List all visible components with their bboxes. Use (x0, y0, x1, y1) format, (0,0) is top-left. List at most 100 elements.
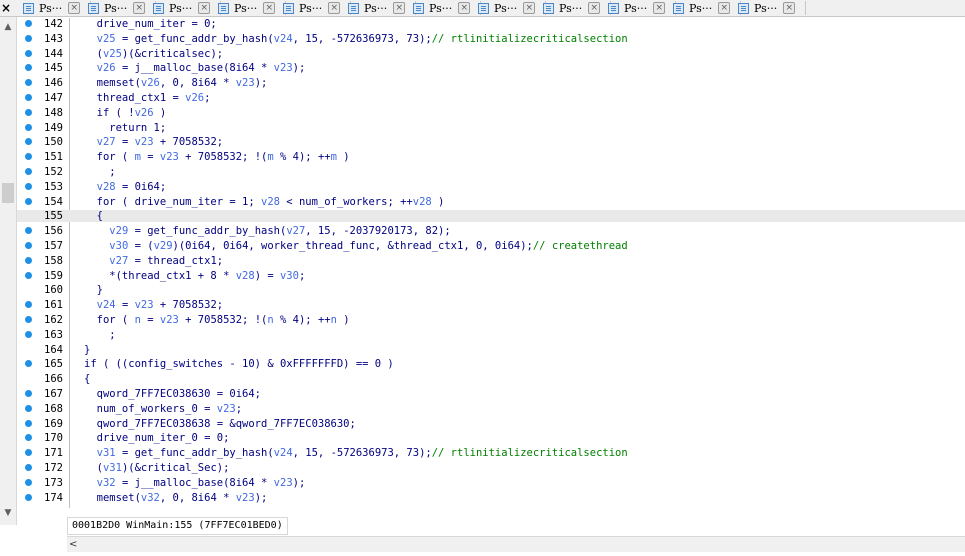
tab-close-icon[interactable]: × (523, 2, 536, 14)
tab-close-icon[interactable]: × (588, 2, 601, 14)
breakpoint-dot-icon[interactable] (25, 242, 32, 249)
breakpoint-dot-icon[interactable] (25, 316, 32, 323)
code-line[interactable]: 172 (v31)(&critical_Sec); (17, 462, 965, 474)
code-variable: v29 (153, 240, 173, 252)
code-token: % 4); ++ (273, 151, 331, 164)
breakpoint-dot-icon[interactable] (25, 330, 32, 338)
code-line[interactable]: 151 for ( m = v23 + 7058532; !(m % 4); +… (17, 151, 965, 163)
code-line[interactable]: 158 v27 = thread_ctx1; (17, 255, 965, 267)
breakpoint-dot-icon[interactable] (25, 34, 32, 42)
tab-pseudocode[interactable]: Ps··· × (472, 0, 547, 16)
code-line[interactable]: 142 drive_num_iter = 0; (17, 18, 965, 30)
tab-close-icon[interactable]: × (263, 2, 276, 14)
breakpoint-dot-icon[interactable] (25, 123, 32, 131)
scroll-left-arrow-icon[interactable]: < (69, 537, 81, 552)
breakpoint-dot-icon[interactable] (25, 108, 32, 116)
breakpoint-dot-icon[interactable] (25, 153, 32, 161)
code-line[interactable]: 153 v28 = 0i64; (17, 181, 965, 193)
code-line[interactable]: 159 *(thread_ctx1 + 8 * v28) = v30; (17, 270, 965, 282)
tab-pseudocode[interactable]: Ps··· × (82, 0, 157, 16)
scroll-down-arrow-icon[interactable]: ▼ (0, 505, 16, 521)
breakpoint-dot-icon[interactable] (25, 64, 32, 72)
tab-close-icon[interactable]: × (393, 2, 406, 14)
code-line[interactable]: 144 (v25)(&criticalsec); (17, 48, 965, 60)
tab-pseudocode[interactable]: Ps··· × (602, 0, 677, 16)
tab-pseudocode[interactable]: Ps··· × (17, 0, 92, 16)
tab-close-icon[interactable]: × (68, 2, 81, 14)
breakpoint-dot-icon[interactable] (25, 256, 32, 264)
code-line[interactable]: 160 } (17, 284, 965, 296)
code-line[interactable]: 152 ; (17, 166, 965, 178)
code-line[interactable]: 146 memset(v26, 0, 8i64 * v23); (17, 77, 965, 89)
code-line[interactable]: 168 num_of_workers_0 = v23; (17, 403, 965, 415)
code-line[interactable]: 145 v26 = j__malloc_base(8i64 * v23); (17, 62, 965, 74)
breakpoint-dot-icon[interactable] (25, 419, 32, 427)
code-line[interactable]: 169 qword_7FF7EC038638 = &qword_7FF7EC03… (17, 418, 965, 430)
breakpoint-dot-icon[interactable] (25, 94, 32, 101)
code-line[interactable]: 143 v25 = get_func_addr_by_hash(v24, 15,… (17, 33, 965, 45)
location-status: 0001B2D0 WinMain:155 (7FF7EC01BED0) (68, 517, 288, 535)
code-line[interactable]: 149 return 1; (17, 122, 965, 134)
breakpoint-dot-icon[interactable] (25, 138, 32, 146)
tab-label: Ps··· (494, 1, 518, 15)
tab-pseudocode[interactable]: Ps··· × (342, 0, 417, 16)
tab-close-icon[interactable]: × (783, 2, 796, 14)
tab-pseudocode[interactable]: Ps··· × (407, 0, 482, 16)
breakpoint-dot-icon[interactable] (25, 79, 32, 87)
code-line[interactable]: 174 memset(v32, 0, 8i64 * v23); (17, 492, 965, 504)
code-line[interactable]: 150 v27 = v23 + 7058532; (17, 136, 965, 148)
code-line[interactable]: 173 v32 = j__malloc_base(8i64 * v23); (17, 477, 965, 489)
tab-close-icon[interactable]: × (328, 2, 341, 14)
code-line[interactable]: 154 for ( drive_num_iter = 1; v28 < num_… (17, 196, 965, 208)
code-line[interactable]: 156 v29 = get_func_addr_by_hash(v27, 15,… (17, 225, 965, 237)
code-line[interactable]: 157 v30 = (v29)(0i64, 0i64, worker_threa… (17, 240, 965, 252)
tab-pseudocode[interactable]: Ps··· × (537, 0, 612, 16)
code-line[interactable]: 161 v24 = v23 + 7058532; (17, 299, 965, 311)
code-line[interactable]: 155 { (17, 210, 965, 223)
tab-pseudocode[interactable]: Ps··· × (277, 0, 352, 16)
tab-close-icon[interactable]: × (133, 2, 146, 14)
breakpoint-dot-icon[interactable] (25, 464, 32, 471)
tab-close-icon[interactable]: × (718, 2, 731, 14)
code-line[interactable]: 167 qword_7FF7EC038630 = 0i64; (17, 388, 965, 400)
tab-label: Ps··· (689, 1, 713, 15)
tab-pseudocode[interactable]: Ps··· × (732, 0, 807, 16)
breakpoint-dot-icon[interactable] (25, 168, 32, 175)
breakpoint-dot-icon[interactable] (25, 271, 32, 279)
breakpoint-dot-icon[interactable] (25, 197, 32, 205)
pseudocode-view[interactable]: 142 drive_num_iter = 0; 143 v25 = get_fun… (17, 18, 965, 508)
code-line[interactable]: 162 for ( n = v23 + 7058532; !(n % 4); +… (17, 314, 965, 326)
tab-close-icon[interactable]: × (458, 2, 471, 14)
breakpoint-dot-icon[interactable] (25, 434, 32, 442)
breakpoint-dot-icon[interactable] (25, 360, 32, 368)
code-line[interactable]: 164} (17, 344, 965, 356)
breakpoint-dot-icon[interactable] (25, 493, 32, 501)
breakpoint-dot-icon[interactable] (25, 478, 32, 486)
breakpoint-dot-icon[interactable] (25, 301, 32, 309)
close-all-icon[interactable]: × (0, 0, 12, 16)
code-line[interactable]: 163 ; (17, 329, 965, 341)
breakpoint-dot-icon[interactable] (25, 49, 32, 57)
code-comment: // createthread (532, 240, 628, 252)
code-line[interactable]: 166 { (17, 373, 965, 385)
tab-close-icon[interactable]: × (653, 2, 666, 14)
code-line[interactable]: 171 v31 = get_func_addr_by_hash(v24, 15,… (17, 447, 965, 459)
code-line[interactable]: 147 thread_ctx1 = v26; (17, 92, 965, 104)
breakpoint-dot-icon[interactable] (25, 20, 32, 27)
breakpoint-dot-icon[interactable] (25, 227, 32, 235)
tab-pseudocode[interactable]: Ps··· × (147, 0, 222, 16)
scrollbar-thumb[interactable] (2, 183, 14, 203)
breakpoint-dot-icon[interactable] (25, 449, 32, 457)
tab-close-icon[interactable]: × (198, 2, 211, 14)
vertical-scrollbar[interactable]: ▲ ▼ (0, 17, 17, 525)
scroll-up-arrow-icon[interactable]: ▲ (0, 19, 16, 35)
tab-pseudocode[interactable]: Ps··· × (667, 0, 742, 16)
code-line[interactable]: 170 drive_num_iter_0 = 0; (17, 432, 965, 444)
breakpoint-dot-icon[interactable] (25, 182, 32, 190)
breakpoint-dot-icon[interactable] (25, 404, 32, 412)
code-line[interactable]: 148 if ( !v26 ) (17, 107, 965, 119)
breakpoint-dot-icon[interactable] (25, 390, 32, 397)
horizontal-scrollbar[interactable]: < (67, 536, 965, 552)
tab-pseudocode[interactable]: Ps··· × (212, 0, 287, 16)
code-line[interactable]: 165 if ( ((config_switches - 10) & 0xFFFF… (17, 358, 965, 370)
